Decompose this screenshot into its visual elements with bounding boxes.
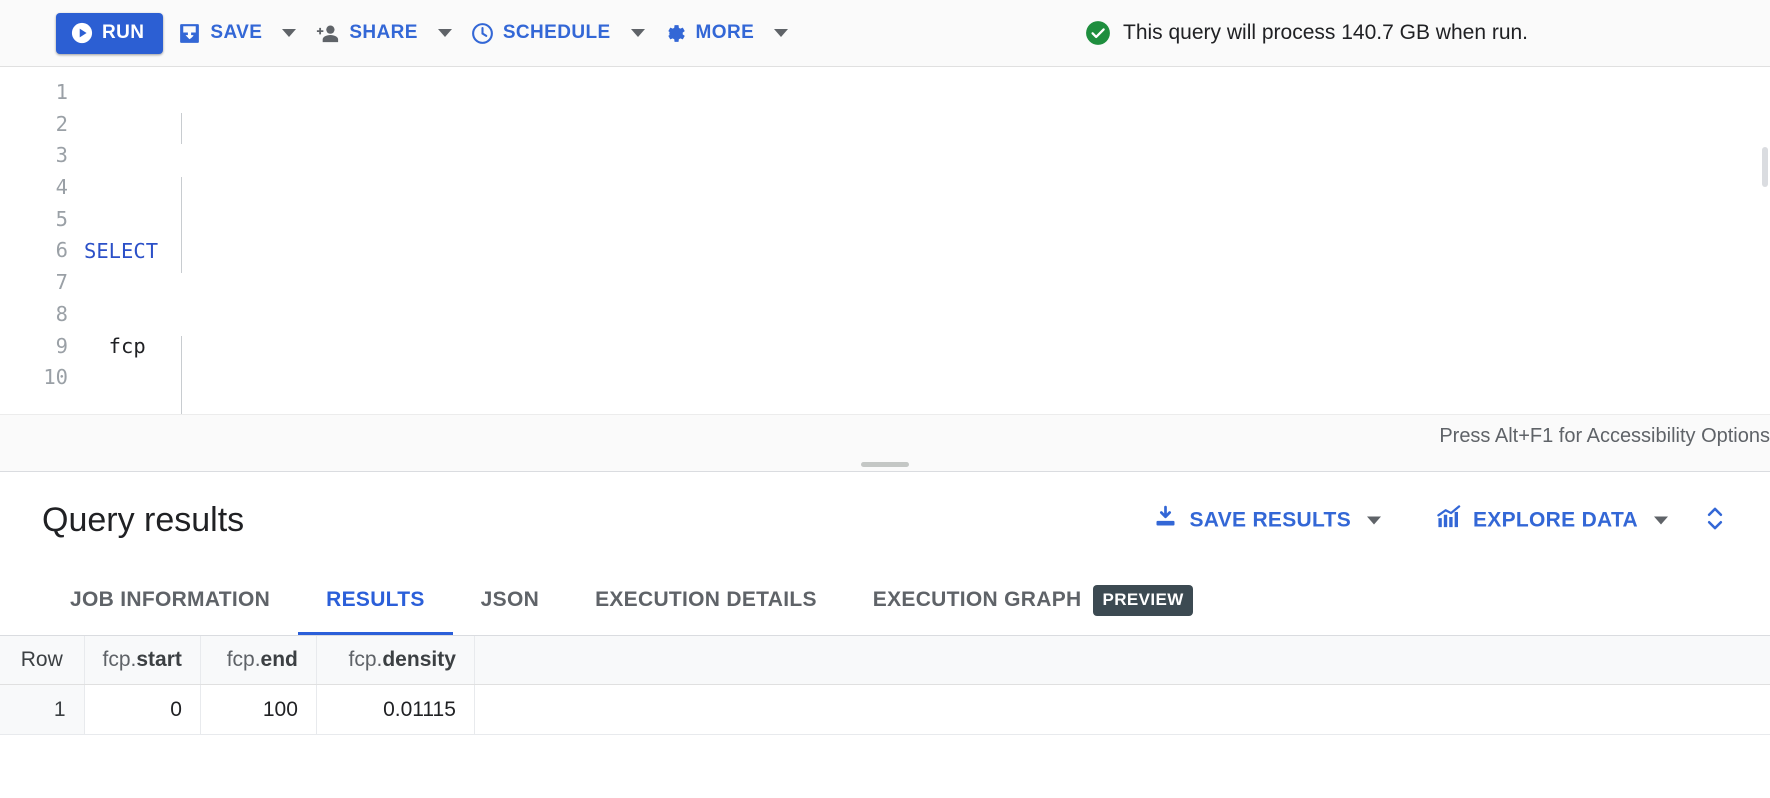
explore-data-dropdown-caret[interactable] xyxy=(1654,516,1668,524)
editor-scrollbar-thumb[interactable] xyxy=(1762,147,1768,187)
share-button-label: SHARE xyxy=(349,22,418,44)
run-button[interactable]: RUN xyxy=(56,13,163,54)
query-cost-status: This query will process 140.7 GB when ru… xyxy=(1085,20,1528,46)
more-button[interactable]: MORE xyxy=(649,10,765,56)
more-group: MORE xyxy=(649,10,793,56)
download-icon xyxy=(1152,504,1179,537)
line-number: 7 xyxy=(0,267,68,299)
code-line[interactable]: SELECT xyxy=(84,236,1770,268)
check-circle-icon xyxy=(1085,20,1111,46)
cell-fcp-start: 0 xyxy=(84,685,200,735)
tab-label: RESULTS xyxy=(326,588,425,612)
save-button[interactable]: SAVE xyxy=(163,10,272,56)
bar-chart-icon xyxy=(1435,504,1463,537)
more-dropdown-caret[interactable] xyxy=(774,29,788,37)
status-badge: PREVIEW xyxy=(1093,585,1192,616)
line-number: 4 xyxy=(0,172,68,204)
table-body: 1 0 100 0.01115 xyxy=(0,685,1770,735)
save-group: SAVE xyxy=(163,10,300,56)
line-number: 2 xyxy=(0,109,68,141)
table-header-row: Row fcp.start fcp.end fcp.density xyxy=(0,636,1770,685)
save-button-label: SAVE xyxy=(210,22,262,44)
code-line[interactable]: fcp xyxy=(84,331,1770,363)
table-header: Row fcp.start fcp.end fcp.density xyxy=(0,636,1770,685)
line-number: 10 xyxy=(0,362,68,394)
person-add-icon xyxy=(314,21,341,46)
share-dropdown-caret[interactable] xyxy=(438,29,452,37)
cell-filler xyxy=(474,685,1770,735)
tab-label: EXECUTION DETAILS xyxy=(595,588,817,612)
more-button-label: MORE xyxy=(696,22,755,44)
line-number: 1 xyxy=(0,77,68,109)
query-toolbar: RUN SAVE SHARE SCHEDULE xyxy=(0,0,1770,67)
save-download-icon xyxy=(177,21,202,46)
tab-label: EXECUTION GRAPH xyxy=(873,588,1082,612)
tab-job-information[interactable]: JOB INFORMATION xyxy=(42,568,298,635)
results-table: Row fcp.start fcp.end fcp.density 1 0 10… xyxy=(0,636,1770,735)
indent-guide xyxy=(181,113,182,144)
column-prefix: fcp. xyxy=(227,648,261,671)
schedule-group: SCHEDULE xyxy=(456,10,649,56)
page-title: Query results xyxy=(42,501,244,540)
query-results-header: Query results SAVE RESULTS EXPLORE DATA xyxy=(0,472,1770,568)
schedule-dropdown-caret[interactable] xyxy=(631,29,645,37)
cell-row-number: 1 xyxy=(0,685,84,735)
line-number-gutter: 1 2 3 4 5 6 7 8 9 10 xyxy=(0,77,84,458)
query-cost-text: This query will process 140.7 GB when ru… xyxy=(1123,21,1528,45)
save-dropdown-caret[interactable] xyxy=(282,29,296,37)
line-number: 8 xyxy=(0,299,68,331)
explore-data-button[interactable]: EXPLORE DATA xyxy=(1421,504,1644,537)
tab-execution-graph[interactable]: EXECUTION GRAPH PREVIEW xyxy=(845,568,1221,635)
column-prefix: fcp. xyxy=(103,648,137,671)
schedule-button[interactable]: SCHEDULE xyxy=(456,10,621,56)
column-prefix: fcp. xyxy=(349,648,383,671)
line-number: 5 xyxy=(0,204,68,236)
results-tabs: JOB INFORMATION RESULTS JSON EXECUTION D… xyxy=(0,568,1770,636)
explore-data-label: EXPLORE DATA xyxy=(1473,508,1638,532)
run-button-label: RUN xyxy=(102,22,144,44)
column-header-label: start xyxy=(136,648,182,671)
accessibility-hint-bar: Press Alt+F1 for Accessibility Options xyxy=(0,414,1770,458)
tab-results[interactable]: RESULTS xyxy=(298,568,453,635)
line-number: 3 xyxy=(0,140,68,172)
cell-fcp-end: 100 xyxy=(200,685,316,735)
share-button[interactable]: SHARE xyxy=(300,10,428,56)
expand-results-button[interactable] xyxy=(1672,499,1754,542)
column-header-fcp-end[interactable]: fcp.end xyxy=(200,636,316,685)
sql-editor[interactable]: 1 2 3 4 5 6 7 8 9 10 SELECT fcp FROM `ch… xyxy=(0,67,1770,458)
line-number: 9 xyxy=(0,331,68,363)
table-row[interactable]: 1 0 100 0.01115 xyxy=(0,685,1770,735)
column-header-label: density xyxy=(382,648,456,671)
tab-label: JSON xyxy=(481,588,539,612)
schedule-button-label: SCHEDULE xyxy=(503,22,611,44)
share-group: SHARE xyxy=(300,10,456,56)
column-header-fcp-start[interactable]: fcp.start xyxy=(84,636,200,685)
sql-code[interactable]: SELECT fcp FROM `chrome-ux-report.all.20… xyxy=(84,77,1770,458)
tab-label: JOB INFORMATION xyxy=(70,588,270,612)
column-header-filler xyxy=(474,636,1770,685)
column-header-row[interactable]: Row xyxy=(0,636,84,685)
line-number: 6 xyxy=(0,235,68,267)
save-results-dropdown-caret[interactable] xyxy=(1367,516,1381,524)
panel-splitter-handle[interactable] xyxy=(0,458,1770,472)
clock-icon xyxy=(470,21,495,46)
tab-execution-details[interactable]: EXECUTION DETAILS xyxy=(567,568,845,635)
code-area[interactable]: 1 2 3 4 5 6 7 8 9 10 SELECT fcp FROM `ch… xyxy=(0,67,1770,458)
gear-icon xyxy=(663,21,688,46)
tab-json[interactable]: JSON xyxy=(453,568,567,635)
column-header-label: end xyxy=(261,648,298,671)
results-actions: SAVE RESULTS EXPLORE DATA xyxy=(1138,499,1754,542)
cell-fcp-density: 0.01115 xyxy=(316,685,474,735)
column-header-fcp-density[interactable]: fcp.density xyxy=(316,636,474,685)
save-results-button[interactable]: SAVE RESULTS xyxy=(1138,504,1357,537)
column-header-label: Row xyxy=(21,648,63,671)
save-results-label: SAVE RESULTS xyxy=(1189,508,1351,532)
unfold-more-icon xyxy=(1702,503,1728,538)
play-circle-icon xyxy=(71,22,93,44)
accessibility-hint-text: Press Alt+F1 for Accessibility Options xyxy=(1439,425,1770,448)
